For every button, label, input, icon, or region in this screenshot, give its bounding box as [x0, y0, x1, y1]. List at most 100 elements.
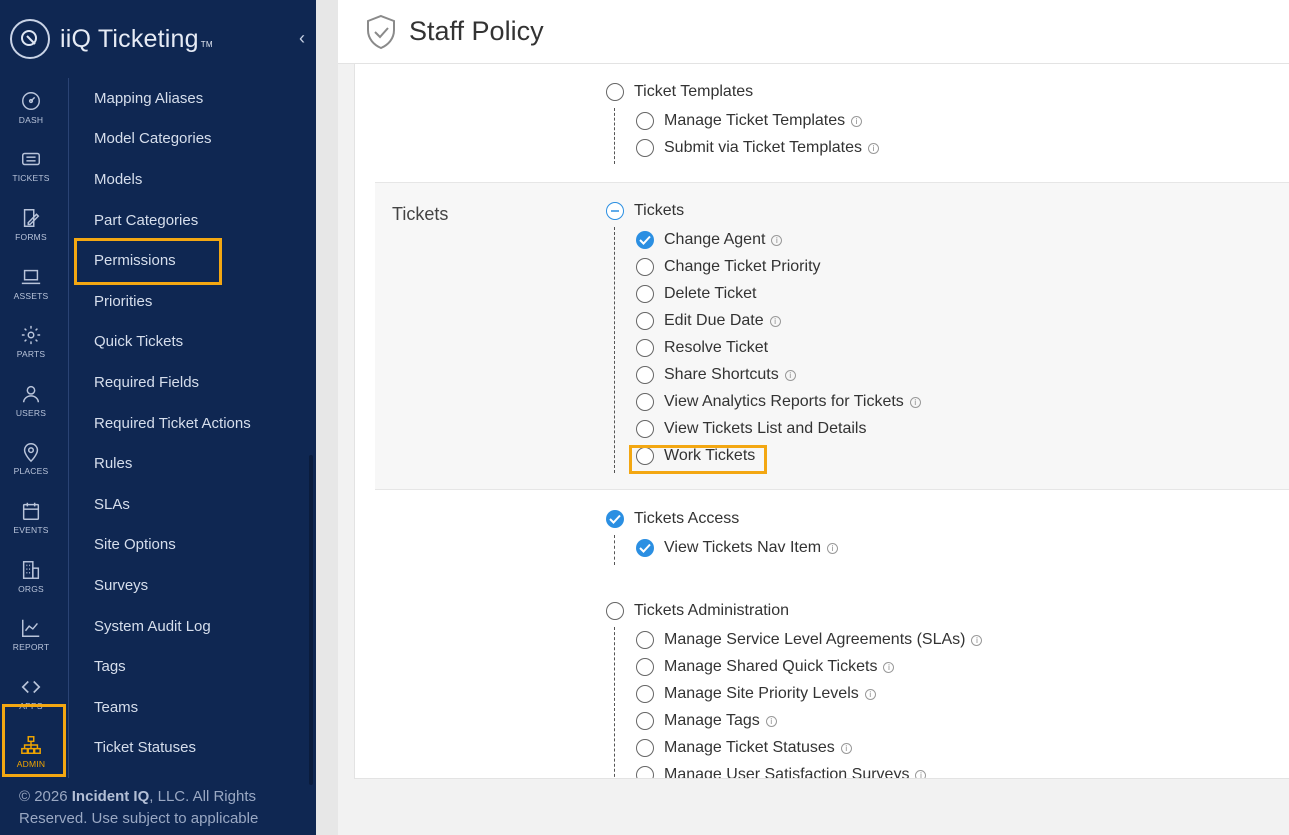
info-icon[interactable]: i: [971, 634, 983, 646]
perm-submit-via-ticket-templates[interactable]: Submit via Ticket Templates i: [636, 139, 880, 157]
work-tickets-highlight-box: [629, 445, 767, 474]
perm-manage-ticket-templates[interactable]: Manage Ticket Templates i: [636, 112, 863, 130]
rail-events[interactable]: EVENTS: [0, 488, 62, 547]
rail-orgs[interactable]: ORGS: [0, 547, 62, 606]
rail-label: PARTS: [16, 349, 46, 360]
info-icon[interactable]: i: [883, 661, 895, 673]
submenu-item[interactable]: SLAs: [69, 484, 308, 525]
rail-assets[interactable]: ASSETS: [0, 254, 62, 313]
rail-tickets[interactable]: TICKETS: [0, 137, 62, 196]
calendar-icon: [22, 502, 40, 520]
group-tickets[interactable]: Tickets: [606, 202, 684, 220]
sidebar-scrollbar[interactable]: [309, 455, 313, 785]
permissions-highlight-box: [74, 238, 222, 285]
info-icon[interactable]: i: [840, 742, 852, 754]
chart-icon: [22, 619, 40, 638]
gear-icon: [21, 326, 41, 345]
perm-view-analytics-reports[interactable]: View Analytics Reports for Tickets i: [636, 393, 921, 411]
perm-change-agent[interactable]: Change Agent i: [636, 231, 783, 249]
copyright: © 2026 Incident IQ, LLC. All Rights Rese…: [19, 788, 259, 827]
perm-edit-due-date[interactable]: Edit Due Date i: [636, 312, 781, 330]
perm-share-shortcuts[interactable]: Share Shortcuts i: [636, 366, 796, 384]
section-label: Tickets: [392, 204, 449, 224]
rail-users[interactable]: USERS: [0, 371, 62, 430]
info-icon[interactable]: i: [864, 688, 876, 700]
collapse-sidebar-icon[interactable]: ‹: [299, 28, 305, 49]
perm-manage-slas[interactable]: Manage Service Level Agreements (SLAs) i: [636, 631, 983, 649]
submenu-item[interactable]: Mapping Aliases: [69, 78, 308, 119]
location-pin-icon: [23, 443, 39, 463]
rail-label: PLACES: [13, 466, 49, 477]
rail-label: FORMS: [15, 231, 47, 242]
submenu-item[interactable]: Model Categories: [69, 119, 308, 160]
submenu-item[interactable]: Tags: [69, 646, 308, 687]
sidebar: iiQ Ticketing TM ‹ DASH TICKETS FORMS ASS…: [0, 0, 316, 835]
admin-submenu: Mapping Aliases Model Categories Models …: [68, 78, 308, 778]
check-icon[interactable]: [606, 510, 624, 528]
perm-manage-site-priority-levels[interactable]: Manage Site Priority Levels i: [636, 685, 876, 703]
group-ticket-templates[interactable]: Ticket Templates: [606, 83, 753, 101]
submenu-item[interactable]: Teams: [69, 687, 308, 728]
radio-unchecked[interactable]: [606, 83, 624, 101]
submenu-item[interactable]: Part Categories: [69, 200, 308, 241]
info-icon[interactable]: i: [765, 715, 777, 727]
info-icon[interactable]: i: [827, 542, 839, 554]
submenu-item[interactable]: Rules: [69, 443, 308, 484]
rail-parts[interactable]: PARTS: [0, 312, 62, 371]
group-tickets-access[interactable]: Tickets Access: [606, 510, 739, 528]
perm-view-tickets-list[interactable]: View Tickets List and Details: [636, 420, 866, 438]
submenu-item[interactable]: Required Ticket Actions: [69, 403, 308, 444]
rail-label: TICKETS: [12, 173, 50, 184]
info-icon[interactable]: i: [909, 396, 921, 408]
check-icon[interactable]: [636, 231, 654, 249]
submenu-item[interactable]: System Audit Log: [69, 606, 308, 647]
rail-label: EVENTS: [13, 524, 49, 535]
brand[interactable]: iiQ Ticketing TM: [10, 18, 213, 60]
perm-manage-ticket-statuses[interactable]: Manage Ticket Statuses i: [636, 739, 852, 757]
forms-icon: [23, 209, 40, 227]
user-icon: [22, 385, 40, 403]
info-icon[interactable]: i: [771, 234, 783, 246]
submenu-item[interactable]: Ticket Statuses: [69, 728, 308, 769]
info-icon[interactable]: i: [769, 315, 781, 327]
submenu-item[interactable]: Priorities: [69, 281, 308, 322]
submenu-item[interactable]: Surveys: [69, 565, 308, 606]
perm-delete-ticket[interactable]: Delete Ticket: [636, 285, 756, 303]
rail-dash[interactable]: DASH: [0, 78, 62, 137]
submenu-item[interactable]: Site Options: [69, 525, 308, 566]
apps-icon: [21, 680, 41, 693]
submenu-item[interactable]: Required Fields: [69, 362, 308, 403]
policy-panel: Ticket Templates Manage Ticket Templates…: [354, 64, 1289, 778]
icon-rail: DASH TICKETS FORMS ASSETS PARTS USERS PL…: [0, 78, 62, 781]
rail-label: ORGS: [18, 583, 44, 594]
perm-manage-user-satisfaction-surveys[interactable]: Manage User Satisfaction Surveys i: [636, 766, 927, 778]
laptop-icon: [21, 269, 41, 284]
brand-name: iiQ Ticketing TM: [60, 24, 213, 53]
info-icon[interactable]: i: [868, 142, 880, 154]
minus-icon[interactable]: [606, 202, 624, 220]
perm-resolve-ticket[interactable]: Resolve Ticket: [636, 339, 768, 357]
submenu-item[interactable]: Quick Tickets: [69, 322, 308, 363]
info-icon[interactable]: i: [784, 369, 796, 381]
info-icon[interactable]: i: [851, 115, 863, 127]
submenu-item[interactable]: Models: [69, 159, 308, 200]
iiq-logo-icon: [10, 19, 50, 59]
check-icon[interactable]: [636, 539, 654, 557]
perm-manage-tags[interactable]: Manage Tags i: [636, 712, 777, 730]
page-title: Staff Policy: [409, 16, 544, 46]
rail-forms[interactable]: FORMS: [0, 195, 62, 254]
rail-places[interactable]: PLACES: [0, 430, 62, 489]
rail-label: DASH: [18, 114, 44, 125]
ticket-icon: [22, 153, 40, 166]
panel-footer: [354, 778, 1289, 835]
perm-manage-shared-quick-tickets[interactable]: Manage Shared Quick Tickets i: [636, 658, 895, 676]
rail-label: USERS: [15, 407, 47, 418]
group-tickets-administration[interactable]: Tickets Administration: [606, 602, 789, 620]
rail-label: ASSETS: [13, 290, 49, 301]
perm-view-tickets-nav-item[interactable]: View Tickets Nav Item i: [636, 539, 839, 557]
rail-report[interactable]: REPORT: [0, 605, 62, 664]
admin-highlight-box: [2, 704, 66, 777]
perm-change-ticket-priority[interactable]: Change Ticket Priority: [636, 258, 821, 276]
info-icon[interactable]: i: [915, 769, 927, 778]
main-content: Staff Policy Ticket Templates Manage Tic…: [316, 0, 1289, 835]
